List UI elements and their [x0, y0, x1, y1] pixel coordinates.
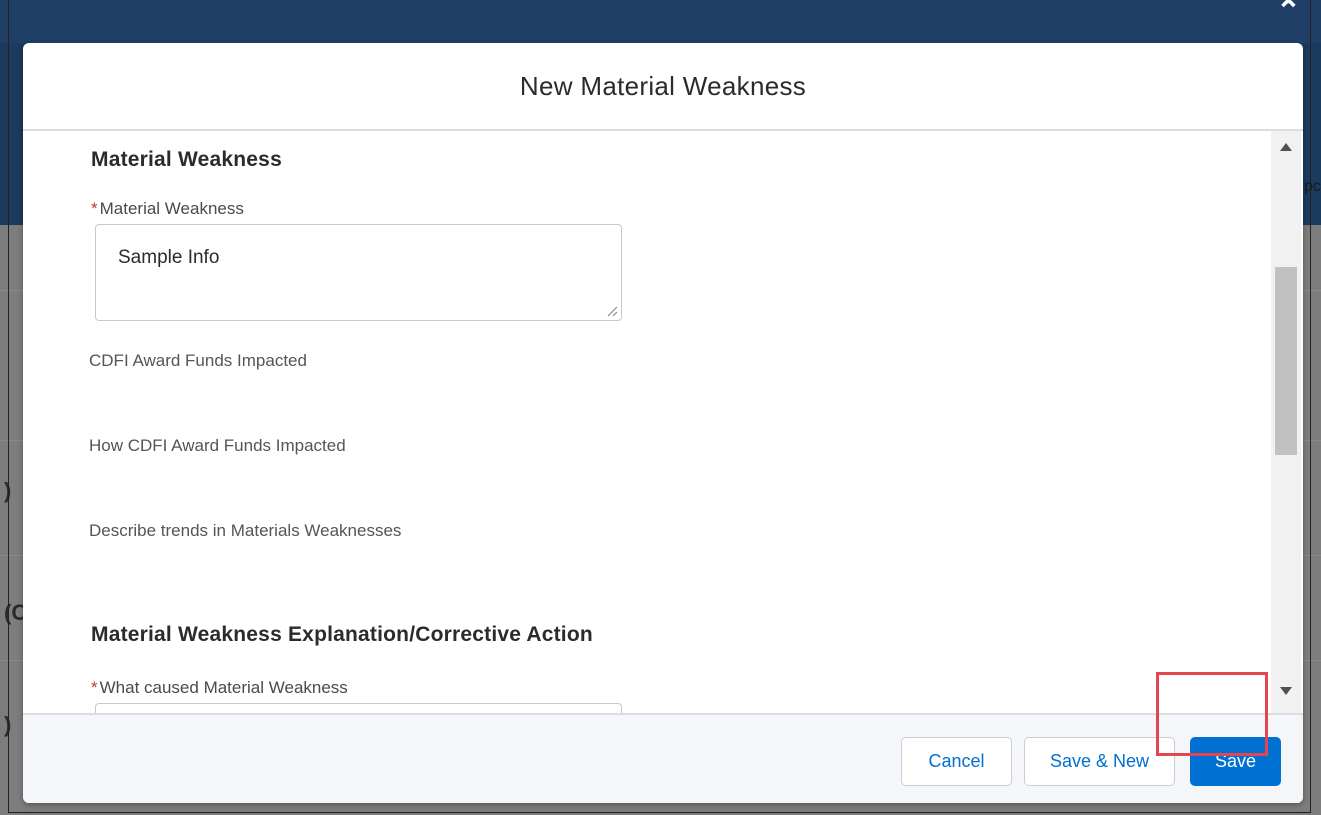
material-weakness-textarea[interactable]: Sample Info [95, 224, 622, 321]
cdfi-award-funds-impacted-label: CDFI Award Funds Impacted [89, 351, 307, 370]
background-text-fragment: ) [4, 478, 12, 503]
resize-handle-icon[interactable] [606, 305, 618, 317]
new-material-weakness-modal: New Material Weakness Material Weakness … [23, 43, 1303, 803]
scroll-up-arrow-icon[interactable] [1271, 143, 1301, 159]
section-title-explanation-corrective-action: Material Weakness Explanation/Corrective… [91, 623, 593, 646]
modal-scrollbar[interactable] [1271, 131, 1301, 713]
scroll-thumb[interactable] [1275, 267, 1297, 455]
modal-header: New Material Weakness [23, 43, 1303, 131]
close-icon[interactable]: ⌃ [1276, 0, 1301, 29]
background-text-fragment: ) [4, 712, 12, 737]
modal-title: New Material Weakness [519, 70, 807, 101]
what-caused-material-weakness-textarea[interactable] [95, 703, 622, 713]
scroll-down-arrow-icon[interactable] [1271, 687, 1301, 703]
background-text-fragment: pc [1304, 178, 1321, 195]
modal-body[interactable]: Material Weakness * Material Weakness Sam… [23, 131, 1303, 713]
what-caused-material-weakness-label: * What caused Material Weakness [91, 678, 348, 697]
material-weakness-value: Sample Info [118, 247, 220, 268]
section-title-material-weakness: Material Weakness [91, 148, 282, 171]
save-and-new-button[interactable]: Save & New [1024, 737, 1175, 786]
describe-trends-label: Describe trends in Materials Weaknesses [89, 521, 402, 540]
required-indicator: * [91, 199, 98, 218]
save-button[interactable]: Save [1190, 737, 1281, 786]
cancel-button[interactable]: Cancel [901, 737, 1012, 786]
how-cdfi-award-funds-impacted-label: How CDFI Award Funds Impacted [89, 436, 346, 455]
material-weakness-label: * Material Weakness [91, 199, 244, 218]
required-indicator: * [91, 678, 98, 697]
modal-footer: Cancel Save & New Save [23, 713, 1303, 803]
